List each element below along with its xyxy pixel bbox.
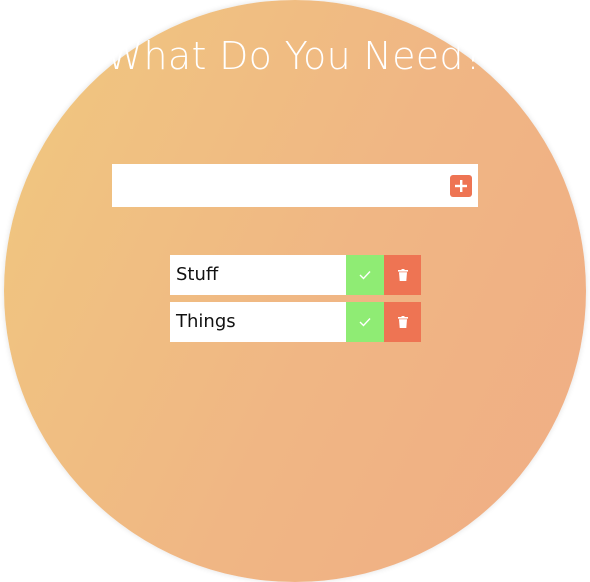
delete-button[interactable] bbox=[384, 302, 421, 342]
check-icon bbox=[359, 270, 371, 280]
list-item: Stuff bbox=[170, 255, 421, 295]
complete-button[interactable] bbox=[346, 302, 384, 342]
todo-item-text: Stuff bbox=[170, 255, 346, 295]
delete-button[interactable] bbox=[384, 255, 421, 295]
list-item: Things bbox=[170, 302, 421, 342]
trash-icon bbox=[397, 269, 408, 281]
add-item-input[interactable] bbox=[112, 164, 432, 207]
todo-item-text: Things bbox=[170, 302, 346, 342]
plus-icon bbox=[455, 180, 467, 192]
check-icon bbox=[359, 317, 371, 327]
trash-icon bbox=[397, 316, 408, 328]
app-root: What Do You Need? Stuff Things bbox=[0, 0, 590, 582]
add-item-bar bbox=[112, 164, 478, 207]
todo-list: Stuff Things bbox=[170, 255, 421, 349]
page-title: What Do You Need? bbox=[105, 34, 485, 78]
complete-button[interactable] bbox=[346, 255, 384, 295]
add-item-button[interactable] bbox=[450, 175, 472, 197]
